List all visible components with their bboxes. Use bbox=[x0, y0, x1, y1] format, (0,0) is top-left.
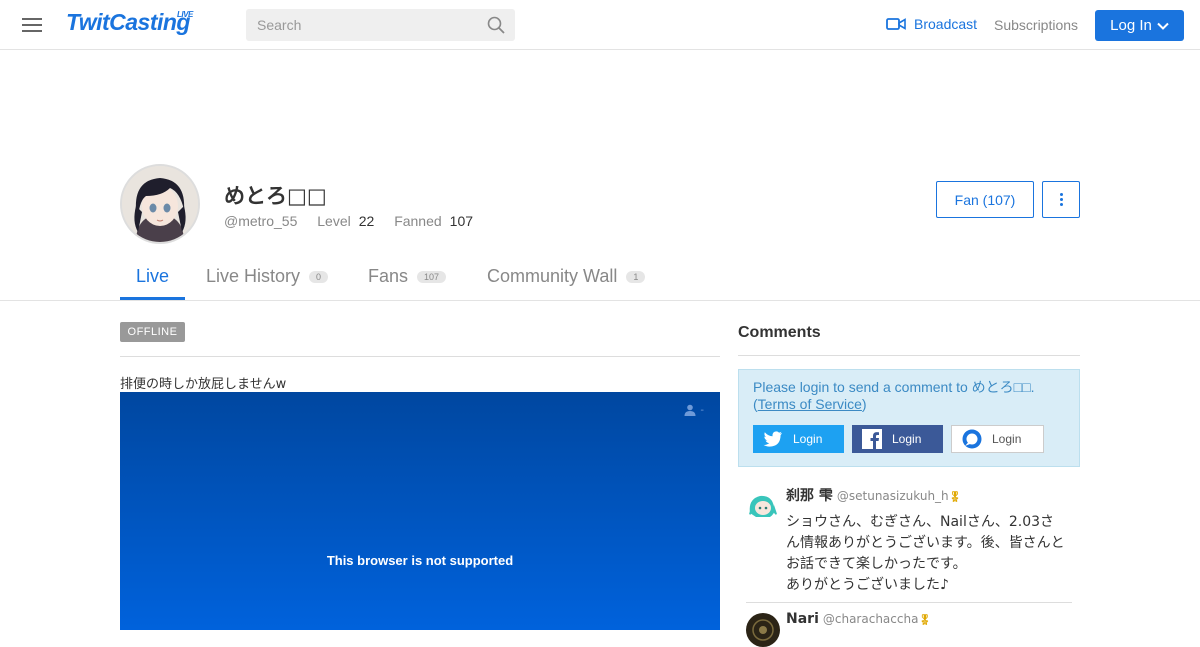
viewer-count-value: - bbox=[700, 404, 704, 416]
player-message: This browser is not supported bbox=[326, 553, 514, 568]
medal-icon: 🎖 bbox=[918, 615, 932, 626]
level-value: 22 bbox=[358, 213, 375, 229]
divider bbox=[120, 356, 720, 357]
video-camera-icon bbox=[886, 18, 906, 30]
divider bbox=[738, 355, 1080, 356]
tab-label: Live History bbox=[206, 266, 301, 286]
facebook-icon bbox=[862, 429, 882, 449]
miku-avatar-image bbox=[746, 487, 780, 521]
profile-avatar[interactable] bbox=[120, 164, 200, 244]
commenter-display-name: Nari bbox=[786, 611, 819, 627]
logo-live-tag: LIVE bbox=[177, 10, 193, 19]
chevron-down-icon bbox=[1157, 22, 1169, 30]
twitcasting-icon bbox=[962, 429, 982, 449]
tab-count-badge: 1 bbox=[626, 270, 646, 283]
tab-label: Fans bbox=[368, 266, 409, 286]
search-icon[interactable] bbox=[487, 16, 505, 34]
broadcast-link[interactable]: Broadcast bbox=[886, 16, 977, 32]
broadcast-label: Broadcast bbox=[914, 16, 978, 32]
search-input[interactable] bbox=[246, 9, 466, 41]
viewer-count: - bbox=[684, 404, 704, 416]
person-icon bbox=[684, 404, 696, 416]
tab-live[interactable]: Live bbox=[136, 266, 169, 287]
login-note: Please login to send a comment to めとろ□□.… bbox=[753, 379, 1053, 413]
level-label: Level bbox=[317, 213, 351, 229]
fanned-value: 107 bbox=[449, 213, 474, 229]
twitter-login-button[interactable]: Login bbox=[753, 425, 844, 453]
tab-count-badge: 107 bbox=[417, 270, 447, 283]
video-player[interactable]: - This browser is not supported bbox=[120, 392, 720, 630]
tab-label: Community Wall bbox=[487, 266, 618, 286]
comment-text: ショウさん、むぎさん、Nailさん、2.03さん情報ありがとうございます。後、皆… bbox=[786, 514, 1065, 593]
tab-label: Live bbox=[136, 266, 170, 286]
twitcasting-logo[interactable]: TwitCasting LIVE bbox=[66, 9, 193, 36]
facebook-login-label: Login bbox=[892, 432, 922, 446]
twitcasting-login-label: Login bbox=[992, 432, 1022, 446]
login-note-suffix: ) bbox=[861, 396, 867, 412]
fan-button[interactable]: Fan (107) bbox=[936, 181, 1034, 218]
facebook-login-button[interactable]: Login bbox=[852, 425, 943, 453]
tab-community-wall[interactable]: Community Wall 1 bbox=[487, 266, 646, 287]
login-button[interactable]: Log In bbox=[1095, 10, 1184, 41]
commenter-name: 刹那 雫 @setunasizukuh_h🎖 bbox=[786, 485, 961, 505]
more-options-icon[interactable] bbox=[1042, 181, 1080, 218]
fanned-label: Fanned bbox=[394, 213, 442, 229]
tab-fans[interactable]: Fans 107 bbox=[368, 266, 447, 287]
commenter-handle[interactable]: @setunasizukuh_h bbox=[837, 489, 949, 503]
logo-text: TwitCasting bbox=[66, 9, 190, 35]
profile-name: めとろ□□ bbox=[224, 184, 327, 208]
terms-of-service-link[interactable]: Terms of Service bbox=[758, 396, 862, 412]
profile-meta: @metro_55 Level 22 Fanned 107 bbox=[224, 213, 473, 229]
commenter-name: Nari @charachaccha🎖 bbox=[786, 611, 931, 627]
twitter-login-label: Login bbox=[793, 432, 823, 446]
commenter-display-name: 刹那 雫 bbox=[786, 488, 833, 504]
active-tab-indicator bbox=[120, 297, 185, 300]
login-label: Log In bbox=[1110, 17, 1152, 34]
hamburger-menu-icon[interactable] bbox=[22, 15, 44, 35]
commenter-avatar[interactable] bbox=[746, 487, 780, 521]
tab-count-badge: 0 bbox=[309, 270, 329, 283]
subscriptions-link[interactable]: Subscriptions bbox=[994, 17, 1078, 33]
anime-girl-avatar-image bbox=[122, 166, 198, 242]
commenter-avatar[interactable] bbox=[746, 613, 780, 647]
search-box bbox=[246, 9, 515, 41]
tab-live-history[interactable]: Live History 0 bbox=[206, 266, 329, 287]
top-header: TwitCasting LIVE Broadcast Subscriptions… bbox=[0, 0, 1200, 50]
twitter-bird-icon bbox=[763, 431, 782, 447]
movie-title: 排便の時しか放屁しませんw bbox=[120, 377, 287, 392]
comments-title: Comments bbox=[738, 324, 821, 341]
medal-icon: 🎖 bbox=[948, 492, 962, 503]
comment-item: 刹那 雫 @setunasizukuh_h🎖 ショウさん、むぎさん、Nailさん、… bbox=[746, 485, 1072, 603]
comment-login-box: Please login to send a comment to めとろ□□.… bbox=[738, 369, 1080, 467]
commenter-handle[interactable]: @charachaccha bbox=[823, 612, 919, 626]
profile-tabs: Live Live History 0 Fans 107 Community W… bbox=[0, 254, 1200, 301]
twitcasting-login-button[interactable]: Login bbox=[951, 425, 1044, 453]
offline-status-badge: OFFLINE bbox=[120, 322, 185, 342]
profile-handle: @metro_55 bbox=[224, 213, 298, 229]
dark-avatar-image bbox=[746, 613, 780, 647]
